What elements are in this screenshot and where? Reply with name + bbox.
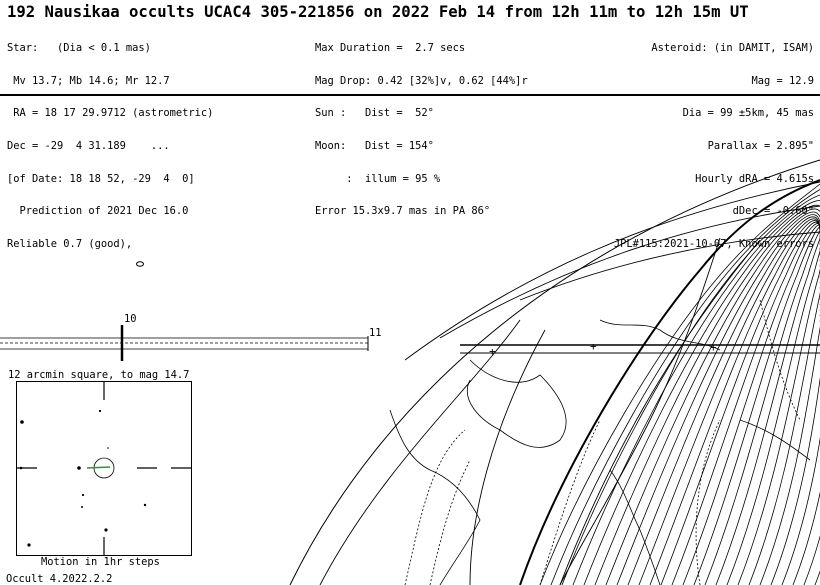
track-plus-marker: + bbox=[710, 341, 717, 354]
star bbox=[104, 528, 108, 532]
star bbox=[107, 447, 109, 449]
shadow-path-line bbox=[605, 211, 820, 585]
shadow-path-line bbox=[737, 268, 820, 585]
star-line: Mv 13.7; Mb 14.6; Mr 12.7 bbox=[7, 74, 170, 87]
event-line: Mag Drop: 0.42 [32%]v, 0.62 [44%]r bbox=[315, 74, 528, 87]
shadow-path-line bbox=[781, 303, 820, 585]
event-line: Max Duration = 2.7 secs bbox=[315, 41, 466, 54]
page-title: 192 Nausikaa occults UCAC4 305-221856 on… bbox=[7, 3, 749, 21]
graticule bbox=[319, 181, 820, 585]
star bbox=[143, 503, 147, 507]
shadow-path-line bbox=[649, 220, 820, 585]
star bbox=[98, 409, 102, 413]
time-label-start: 10 bbox=[124, 313, 137, 325]
time-label-end: 11 bbox=[369, 327, 382, 339]
star bbox=[77, 466, 81, 470]
path-centerline bbox=[519, 179, 820, 585]
star bbox=[20, 420, 24, 424]
version-footer: Occult 4.2022.2.2 bbox=[6, 573, 113, 585]
track-plus-marker: + bbox=[590, 340, 597, 353]
finder-chart-field bbox=[17, 382, 191, 555]
shadow-path-line bbox=[583, 204, 820, 585]
asteroid-motion-arrow bbox=[86, 466, 111, 469]
finder-chart bbox=[16, 381, 192, 556]
finder-chart-caption: Motion in 1hr steps bbox=[41, 556, 160, 568]
shadow-path-line bbox=[704, 230, 820, 585]
shadow-path-line bbox=[539, 183, 820, 585]
star bbox=[81, 493, 85, 497]
shadow-path-line bbox=[759, 292, 820, 585]
finder-chart-title: 12 arcmin square, to mag 14.7 bbox=[8, 369, 190, 381]
track-plus-marker: + bbox=[489, 345, 496, 358]
crosshair bbox=[17, 382, 191, 555]
shadow-path-lines bbox=[539, 183, 820, 585]
shadow-path-line bbox=[748, 286, 820, 585]
star-field bbox=[19, 409, 147, 547]
shadow-path-line bbox=[726, 249, 820, 585]
asteroid-line: Asteroid: (in DAMIT, ISAM) bbox=[651, 41, 814, 54]
target-ellipse-icon bbox=[136, 261, 144, 267]
star-line: Star: (Dia < 0.1 mas) bbox=[7, 41, 151, 54]
earth-limb bbox=[289, 159, 820, 585]
shadow-path-line bbox=[682, 224, 820, 585]
dotted-boundaries bbox=[404, 299, 801, 585]
star bbox=[81, 506, 83, 508]
asteroid-line: Mag = 12.9 bbox=[751, 74, 814, 87]
star bbox=[27, 543, 31, 547]
